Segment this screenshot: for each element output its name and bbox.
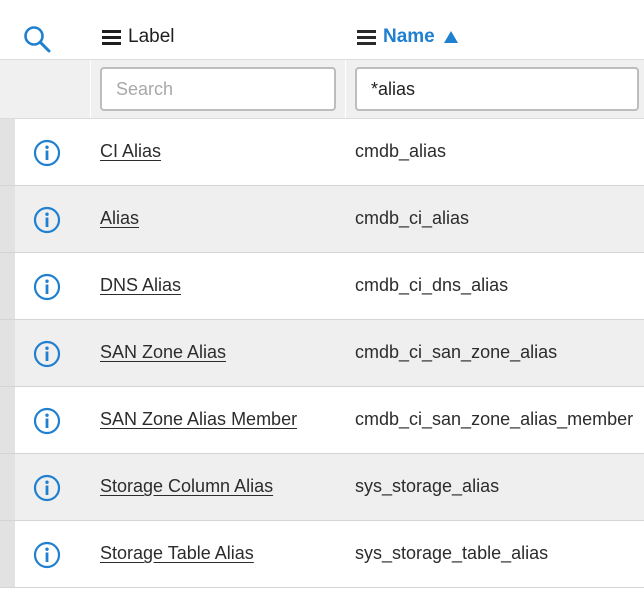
record-name: cmdb_ci_alias bbox=[355, 208, 470, 228]
record-label-link[interactable]: CI Alias bbox=[100, 141, 161, 162]
table-row: CI Alias cmdb_alias bbox=[0, 119, 644, 186]
table-row: Alias cmdb_ci_alias bbox=[0, 186, 644, 253]
column-divider bbox=[90, 60, 91, 118]
row-edge bbox=[0, 387, 15, 453]
label-search-input[interactable] bbox=[100, 67, 336, 111]
row-edge bbox=[0, 320, 15, 386]
row-edge bbox=[0, 119, 15, 185]
sort-ascending-icon[interactable] bbox=[443, 31, 458, 43]
search-icon[interactable] bbox=[22, 24, 52, 54]
info-icon[interactable] bbox=[33, 541, 61, 569]
info-icon[interactable] bbox=[33, 407, 61, 435]
record-label-link[interactable]: SAN Zone Alias bbox=[100, 342, 226, 363]
record-label-link[interactable]: DNS Alias bbox=[100, 275, 181, 296]
table-row: Storage Table Alias sys_storage_table_al… bbox=[0, 521, 644, 588]
table-row: SAN Zone Alias cmdb_ci_san_zone_alias bbox=[0, 320, 644, 387]
column-header-name-text: Name bbox=[383, 26, 435, 47]
record-label-link[interactable]: Alias bbox=[100, 208, 139, 229]
record-label-link[interactable]: Storage Table Alias bbox=[100, 543, 254, 564]
table-row: Storage Column Alias sys_storage_alias bbox=[0, 454, 644, 521]
record-label-link[interactable]: Storage Column Alias bbox=[100, 476, 273, 497]
column-header-label[interactable]: Label bbox=[102, 26, 175, 48]
row-edge bbox=[0, 253, 15, 319]
name-search-input[interactable] bbox=[355, 67, 639, 111]
row-edge bbox=[0, 521, 15, 587]
record-name: cmdb_alias bbox=[355, 141, 447, 161]
table-row: SAN Zone Alias Member cmdb_ci_san_zone_a… bbox=[0, 387, 644, 454]
info-icon[interactable] bbox=[33, 474, 61, 502]
record-name: cmdb_ci_san_zone_alias_member bbox=[355, 409, 634, 429]
record-name: sys_storage_table_alias bbox=[355, 543, 549, 563]
info-icon[interactable] bbox=[33, 340, 61, 368]
row-edge bbox=[0, 454, 15, 520]
table-body: CI Alias cmdb_alias Alias cmdb_ci_alias … bbox=[0, 119, 644, 588]
filter-row bbox=[0, 60, 644, 119]
column-menu-icon[interactable] bbox=[102, 27, 121, 48]
record-label-link[interactable]: SAN Zone Alias Member bbox=[100, 409, 297, 430]
column-header-name[interactable]: Name bbox=[357, 26, 458, 48]
record-name: cmdb_ci_san_zone_alias bbox=[355, 342, 558, 362]
row-edge bbox=[0, 186, 15, 252]
info-icon[interactable] bbox=[33, 139, 61, 167]
table-row: DNS Alias cmdb_ci_dns_alias bbox=[0, 253, 644, 320]
info-icon[interactable] bbox=[33, 273, 61, 301]
column-menu-icon[interactable] bbox=[357, 27, 376, 48]
column-divider bbox=[345, 60, 346, 118]
record-name: cmdb_ci_dns_alias bbox=[355, 275, 509, 295]
table-header: Label Name bbox=[0, 0, 644, 60]
info-icon[interactable] bbox=[33, 206, 61, 234]
column-header-label-text: Label bbox=[128, 26, 175, 47]
record-name: sys_storage_alias bbox=[355, 476, 500, 496]
records-table: Label Name CI Alias cmdb_alias Alias cmd bbox=[0, 0, 644, 588]
